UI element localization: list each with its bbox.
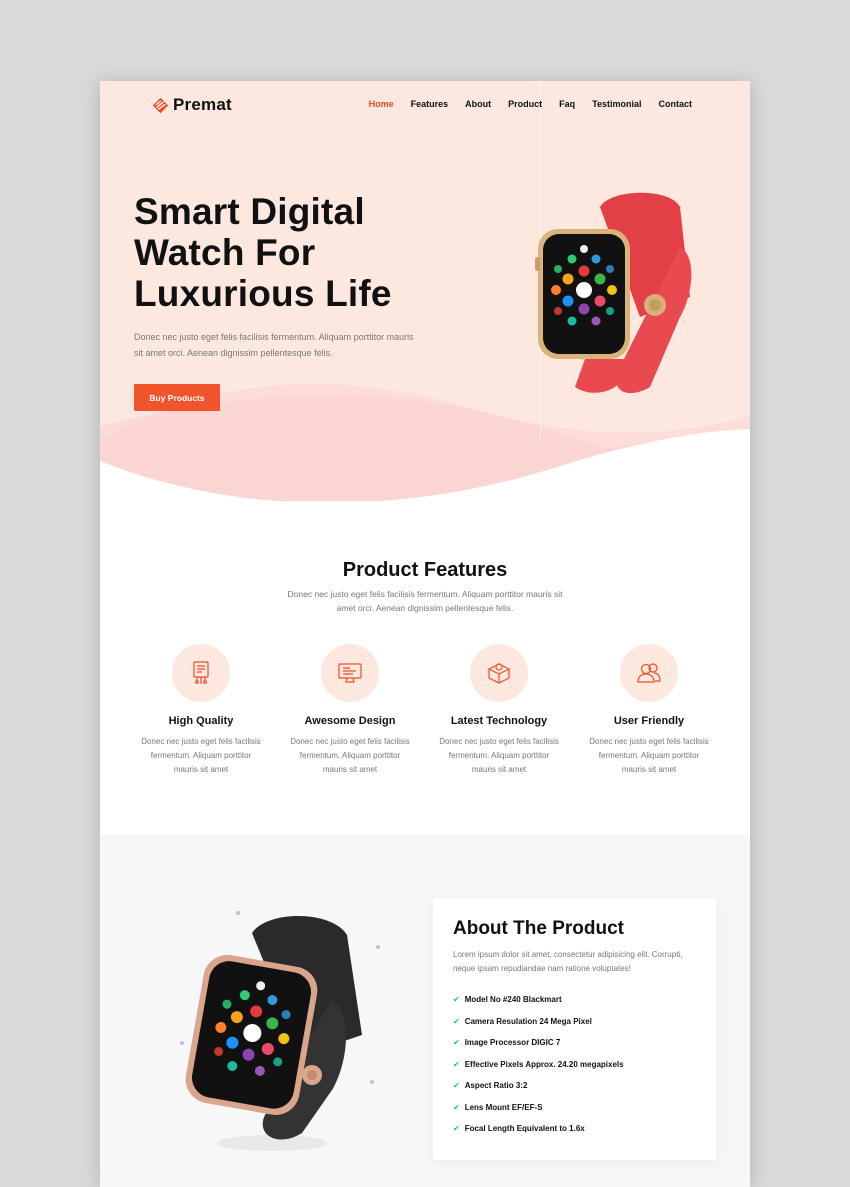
check-icon: ✔ (453, 1124, 460, 1134)
about-description: Lorem ipsum dolor sit amet, consectetur … (453, 950, 683, 973)
nav-about[interactable]: About (465, 99, 491, 109)
feature-description: Donec nec justo eget felis facilisis fer… (439, 737, 559, 774)
features-description: Donec nec justo eget felis facilisis fer… (287, 589, 563, 613)
check-icon: ✔ (453, 1016, 460, 1026)
feature-description: Donec nec justo eget felis facilisis fer… (290, 737, 410, 774)
check-icon: ✔ (453, 995, 460, 1005)
feature-title: User Friendly (613, 715, 685, 727)
users-icon (637, 663, 661, 683)
black-smartwatch-image (185, 915, 362, 1151)
spec-text: Lens Mount EF/EF-S (464, 1102, 543, 1112)
nav-features[interactable]: Features (411, 99, 449, 109)
box-icon (487, 663, 511, 684)
spec-item: ✔ Image Processor DIGIC 7 (453, 1032, 696, 1054)
check-icon: ✔ (453, 1038, 460, 1048)
top-navigation: Premat Home Features About Product Faq T… (100, 81, 750, 129)
feature-description: Donec nec justo eget felis facilisis fer… (141, 737, 261, 774)
landing-page: Premat Home Features About Product Faq T… (100, 81, 750, 1187)
spec-text: Model No #240 Blackmart (464, 995, 562, 1005)
check-icon: ✔ (453, 1102, 460, 1112)
spec-item: ✔ Model No #240 Blackmart (453, 989, 696, 1011)
spec-item: ✔ Focal Length Equivalent to 1.6x (453, 1118, 696, 1140)
main-menu: Home Features About Product Faq Testimon… (369, 99, 692, 109)
feature-card-awesome-design: Awesome Design Donec nec justo eget feli… (285, 644, 415, 777)
nav-home[interactable]: Home (369, 99, 394, 109)
hero-title: Smart Digital Watch For Luxurious Life (134, 191, 434, 314)
hero-title-line-1: Smart Digital (134, 191, 365, 232)
hero-section: Premat Home Features About Product Faq T… (100, 81, 750, 501)
nav-faq[interactable]: Faq (559, 99, 575, 109)
feature-icon-circle (321, 644, 379, 702)
decoration-dot (376, 945, 380, 949)
spec-item: ✔ Lens Mount EF/EF-S (453, 1097, 696, 1119)
feature-description: Donec nec justo eget felis facilisis fer… (589, 737, 709, 774)
buy-products-button[interactable]: Buy Products (134, 384, 220, 411)
monitor-icon (338, 663, 362, 683)
red-smartwatch-image (535, 192, 692, 394)
about-card: About The Product Lorem ipsum dolor sit … (433, 898, 716, 1160)
feature-icon-circle (620, 644, 678, 702)
check-icon: ✔ (453, 1081, 460, 1091)
spec-text: Camera Resulation 24 Mega Pixel (464, 1016, 592, 1026)
hero-description: Donec nec justo eget felis facilisis fer… (134, 332, 414, 358)
hero-title-line-2: Watch For (134, 232, 316, 273)
logo-icon (152, 97, 169, 113)
feature-card-user-friendly: User Friendly Donec nec justo eget felis… (584, 644, 714, 777)
nav-product[interactable]: Product (508, 99, 542, 109)
spec-item: ✔ Camera Resulation 24 Mega Pixel (453, 1011, 696, 1033)
about-title: About The Product (453, 918, 624, 939)
features-title: Product Features (342, 559, 508, 581)
feature-title: High Quality (168, 715, 234, 727)
feature-icon-circle (172, 644, 230, 702)
nav-contact[interactable]: Contact (659, 99, 693, 109)
feature-title: Latest Technology (450, 715, 548, 727)
spec-text: Image Processor DIGIC 7 (464, 1038, 561, 1048)
feature-title: Awesome Design (304, 715, 396, 727)
spec-text: Focal Length Equivalent to 1.6x (464, 1124, 585, 1134)
spec-list: ✔ Model No #240 Blackmart ✔ Camera Resulat… (453, 989, 696, 1140)
spec-item: ✔ Aspect Ratio 3:2 (453, 1075, 696, 1097)
nav-testimonial[interactable]: Testimonial (592, 99, 641, 109)
feature-icon-circle (470, 644, 528, 702)
spec-text: Aspect Ratio 3:2 (464, 1081, 528, 1091)
chip-icon (193, 661, 209, 684)
feature-card-latest-technology: Latest Technology Donec nec justo eget f… (434, 644, 564, 777)
spec-text: Effective Pixels Approx. 24.20 megapixel… (464, 1059, 624, 1069)
spec-item: ✔ Effective Pixels Approx. 24.20 megapixe… (453, 1054, 696, 1076)
brand-logo[interactable]: Premat (152, 95, 232, 115)
feature-card-high-quality: High Quality Donec nec justo eget felis … (136, 644, 266, 777)
hero-title-line-3: Luxurious Life (134, 273, 392, 314)
brand-name: Premat (173, 95, 232, 114)
check-icon: ✔ (453, 1059, 460, 1069)
about-section: About The Product Lorem ipsum dolor sit … (100, 835, 750, 1187)
